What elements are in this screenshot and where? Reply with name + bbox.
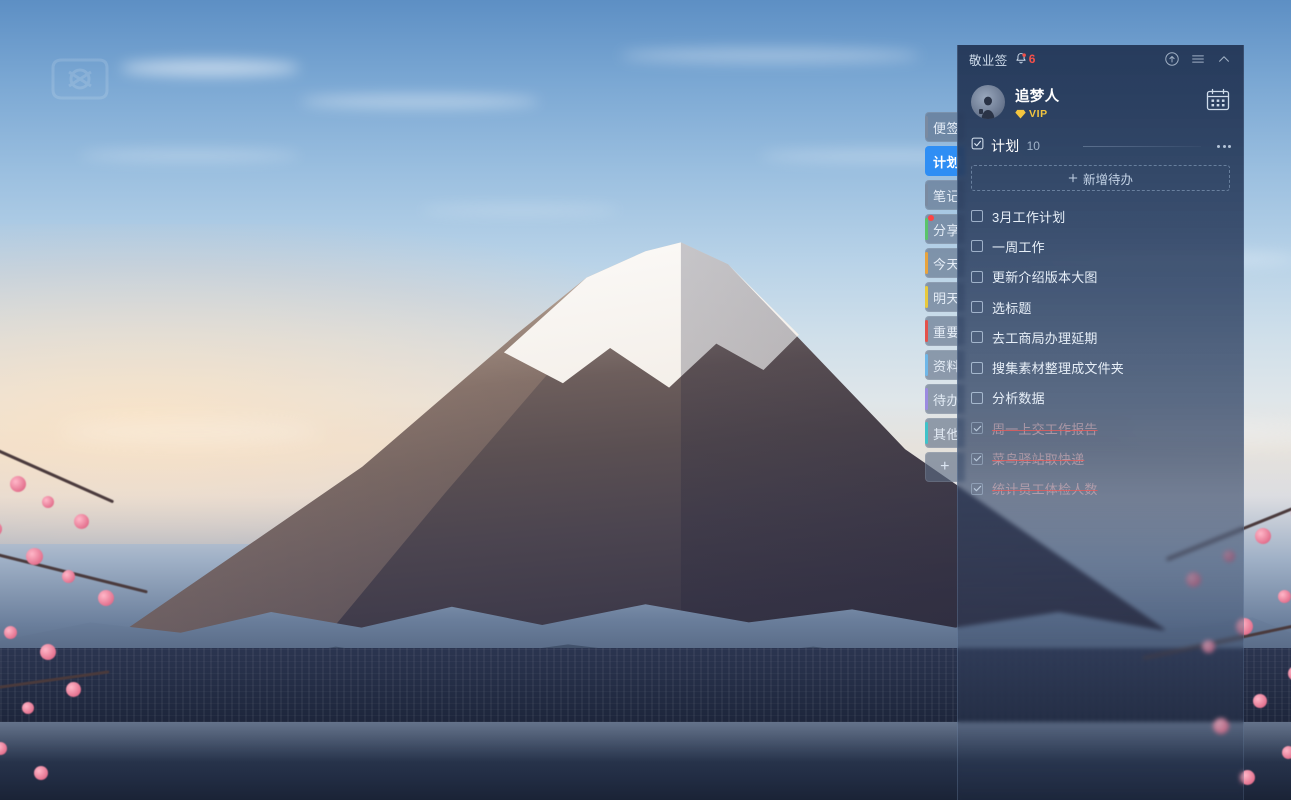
todo-checkbox[interactable] [971,392,983,404]
cloud [120,60,300,76]
tab-accent-bar [925,252,928,274]
todo-label: 搜集素材整理成文件夹 [992,358,1124,377]
todo-item[interactable]: 去工商局办理延期 [958,322,1243,352]
jingyeqian-app-panel: 敬业签 6 [957,45,1244,800]
tab-accent-bar [925,354,928,376]
todo-label: 分析数据 [992,388,1045,407]
todo-item[interactable]: 分析数据 [958,383,1243,413]
plus-icon [1068,173,1078,183]
chevron-up-icon[interactable] [1214,49,1234,69]
todo-item[interactable]: 选标题 [958,292,1243,322]
todo-checkbox[interactable] [971,453,983,465]
cloud-upload-icon[interactable] [1162,49,1182,69]
bell-icon [1014,52,1028,66]
vip-badge: VIP [1015,108,1059,120]
todo-item[interactable]: 更新介绍版本大图 [958,262,1243,292]
avatar[interactable] [971,85,1005,119]
screen: 便签 计划 笔记 分享 今天 明天 重要 资料 [0,0,1291,800]
tab-label: 计划 [933,152,960,171]
todo-label: 选标题 [992,298,1032,317]
avatar-silhouette-icon [976,94,1000,119]
todo-checkbox[interactable] [971,422,983,434]
tab-label: 重要 [933,322,960,341]
todo-item[interactable]: 菜鸟驿站取快递 [958,443,1243,473]
todo-item[interactable]: 统计员工体检人数 [958,474,1243,504]
todo-checkbox[interactable] [971,240,983,252]
tab-accent-bar [925,388,928,410]
add-todo-button[interactable]: 新增待办 [971,165,1230,191]
tab-label: 分享 [933,220,960,239]
tab-label: 今天 [933,254,960,273]
cloud [620,48,920,63]
todo-list: 3月工作计划 一周工作 更新介绍版本大图 选标题 [958,191,1243,504]
user-name: 追梦人 [1015,85,1059,106]
todo-label: 周一上交工作报告 [992,419,1098,438]
tab-label: 便签 [933,118,960,137]
todo-label: 更新介绍版本大图 [992,267,1098,286]
tab-accent-bar [925,422,928,444]
calendar-icon[interactable] [1205,87,1231,117]
todo-checkbox[interactable] [971,301,983,313]
cloud [80,150,300,161]
tab-accent-bar [925,218,928,240]
tab-label: 其他 [933,424,960,443]
panel-titlebar: 敬业签 6 [958,45,1243,73]
notification-area[interactable]: 6 [1014,52,1036,66]
todo-label: 去工商局办理延期 [992,328,1098,347]
todo-checkbox[interactable] [971,331,983,343]
todo-item[interactable]: 搜集素材整理成文件夹 [958,352,1243,382]
todo-checkbox[interactable] [971,483,983,495]
add-todo-label: 新增待办 [1083,169,1133,188]
cherry-blossom-branch-left [0,430,270,800]
vip-label: VIP [1029,108,1048,120]
tab-accent-bar [925,286,928,308]
todo-item[interactable]: 周一上交工作报告 [958,413,1243,443]
todo-checkbox[interactable] [971,210,983,222]
more-horizontal-icon[interactable] [1217,145,1231,148]
tab-label: 明天 [933,288,960,307]
cloud [300,95,540,108]
todo-item[interactable]: 3月工作计划 [958,201,1243,231]
tab-accent-bar [925,116,928,138]
todo-label: 统计员工体检人数 [992,479,1098,498]
section-header: 计划 10 [958,131,1243,161]
todo-label: 3月工作计划 [992,207,1065,226]
diamond-icon [1015,109,1026,119]
checklist-icon [971,137,984,155]
section-name: 计划 [991,136,1020,156]
plus-icon: + [940,458,950,476]
unread-dot-icon [928,215,934,221]
tab-label: 笔记 [933,186,960,205]
tab-accent-bar [925,320,928,342]
notification-count: 6 [1029,52,1036,66]
todo-item[interactable]: 一周工作 [958,231,1243,261]
todo-checkbox[interactable] [971,271,983,283]
cloud [420,205,620,215]
hamburger-menu-icon[interactable] [1188,49,1208,69]
section-count: 10 [1027,139,1040,153]
user-info: 追梦人 VIP [1015,85,1059,120]
app-title: 敬业签 [969,50,1008,69]
todo-label: 一周工作 [992,237,1045,256]
user-profile-row[interactable]: 追梦人 VIP [958,73,1243,131]
app-logo-watermark [45,48,123,110]
todo-label: 菜鸟驿站取快递 [992,449,1084,468]
tab-accent-bar [925,184,928,206]
todo-checkbox[interactable] [971,362,983,374]
tab-label: 待办 [933,390,960,409]
tab-label: 资料 [933,356,960,375]
